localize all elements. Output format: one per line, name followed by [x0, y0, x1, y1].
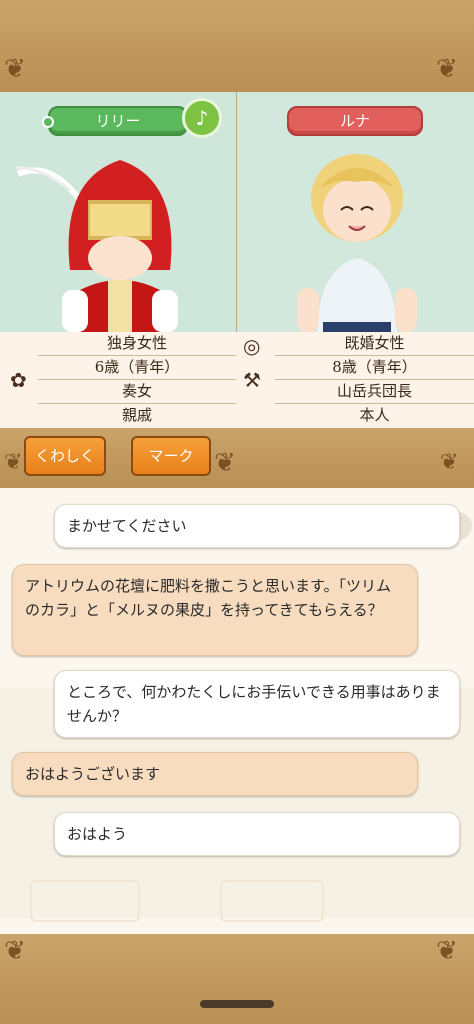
- ring-icon: ◎: [243, 334, 261, 358]
- message-text: おはよう: [67, 825, 128, 843]
- message-text: ところで、何かわたくしにお手伝いできる用事はありませんか？: [67, 683, 441, 725]
- chat-message-other: アトリウムの花壇に肥料を撒こうと思います。「ツリムのカラ」と「メルヌの果皮」を持…: [12, 564, 418, 656]
- info-relation: 本人: [359, 406, 390, 424]
- top-ornament-band: ❦ ❦: [0, 0, 474, 92]
- ornament-icon: ❦: [436, 936, 458, 966]
- bottom-ornament-band: ❦ ❦: [0, 934, 474, 1024]
- chat-message-self: ところで、何かわたくしにお手伝いできる用事はありませんか？: [54, 670, 460, 738]
- ornament-icon: ❦: [214, 448, 236, 478]
- message-text: まかせてください: [67, 517, 187, 535]
- info-job: 奏女: [38, 380, 236, 404]
- home-indicator[interactable]: [200, 1000, 274, 1008]
- character-panel-left[interactable]: リリー ♪: [0, 92, 236, 332]
- details-button[interactable]: くわしく: [24, 436, 106, 476]
- info-marital-status: 独身女性: [38, 332, 236, 356]
- message-text: アトリウムの花壇に肥料を撒こうと思います。「ツリムのカラ」と「メルヌの果皮」を持…: [25, 577, 392, 619]
- axe-icon: ⚒: [243, 368, 261, 392]
- character-portrait-lily: [15, 160, 178, 332]
- music-note-icon: ♪: [195, 106, 209, 130]
- character-panel-right[interactable]: ルナ: [237, 92, 474, 332]
- character-info-table: ✿ 独身女性 6歳（青年） 奏女 親戚 ◎ ⚒ 既婚女性 8歳（青年） 山岳兵団…: [0, 332, 474, 428]
- ornament-icon: ❦: [436, 54, 458, 84]
- info-marital-status: 既婚女性: [275, 332, 474, 356]
- character-name-tag: リリー: [42, 106, 188, 136]
- info-age: 6歳（青年）: [38, 356, 236, 380]
- character-name-tag: ルナ: [287, 106, 423, 136]
- info-relation: 親戚: [121, 406, 152, 424]
- ghost-button: [30, 880, 140, 922]
- tag-dot-icon: [42, 116, 54, 128]
- ornament-icon: ❦: [440, 450, 459, 475]
- chat-message-self: まかせてください: [54, 504, 460, 548]
- character-panels: リリー ♪ ルナ: [0, 92, 474, 332]
- chat-message-other: おはようございます: [12, 752, 418, 796]
- ornament-icon: ❦: [4, 54, 26, 84]
- info-column-right: ◎ ⚒ 既婚女性 8歳（青年） 山岳兵団長 本人: [237, 332, 474, 428]
- info-column-left: ✿ 独身女性 6歳（青年） 奏女 親戚: [0, 332, 236, 428]
- mark-button[interactable]: マーク: [131, 436, 211, 476]
- character-portrait-luna: [297, 154, 417, 332]
- character-name: リリー: [95, 112, 141, 130]
- chat-log[interactable]: まかせてください アトリウムの花壇に肥料を撒こうと思います。「ツリムのカラ」と「…: [0, 488, 474, 934]
- action-button-bar: ❦ ❦ ❦ くわしく マーク: [0, 428, 474, 488]
- ghost-button: [220, 880, 324, 922]
- info-job: 山岳兵団長: [275, 380, 474, 404]
- message-text: おはようございます: [25, 765, 161, 783]
- info-age: 8歳（青年）: [275, 356, 474, 380]
- chat-message-self: おはよう: [54, 812, 460, 856]
- music-note-button[interactable]: ♪: [182, 98, 222, 138]
- ornament-icon: ❦: [4, 936, 26, 966]
- family-branch-icon: ✿: [10, 368, 27, 392]
- character-name: ルナ: [339, 112, 370, 130]
- ornament-icon: ❦: [4, 450, 23, 475]
